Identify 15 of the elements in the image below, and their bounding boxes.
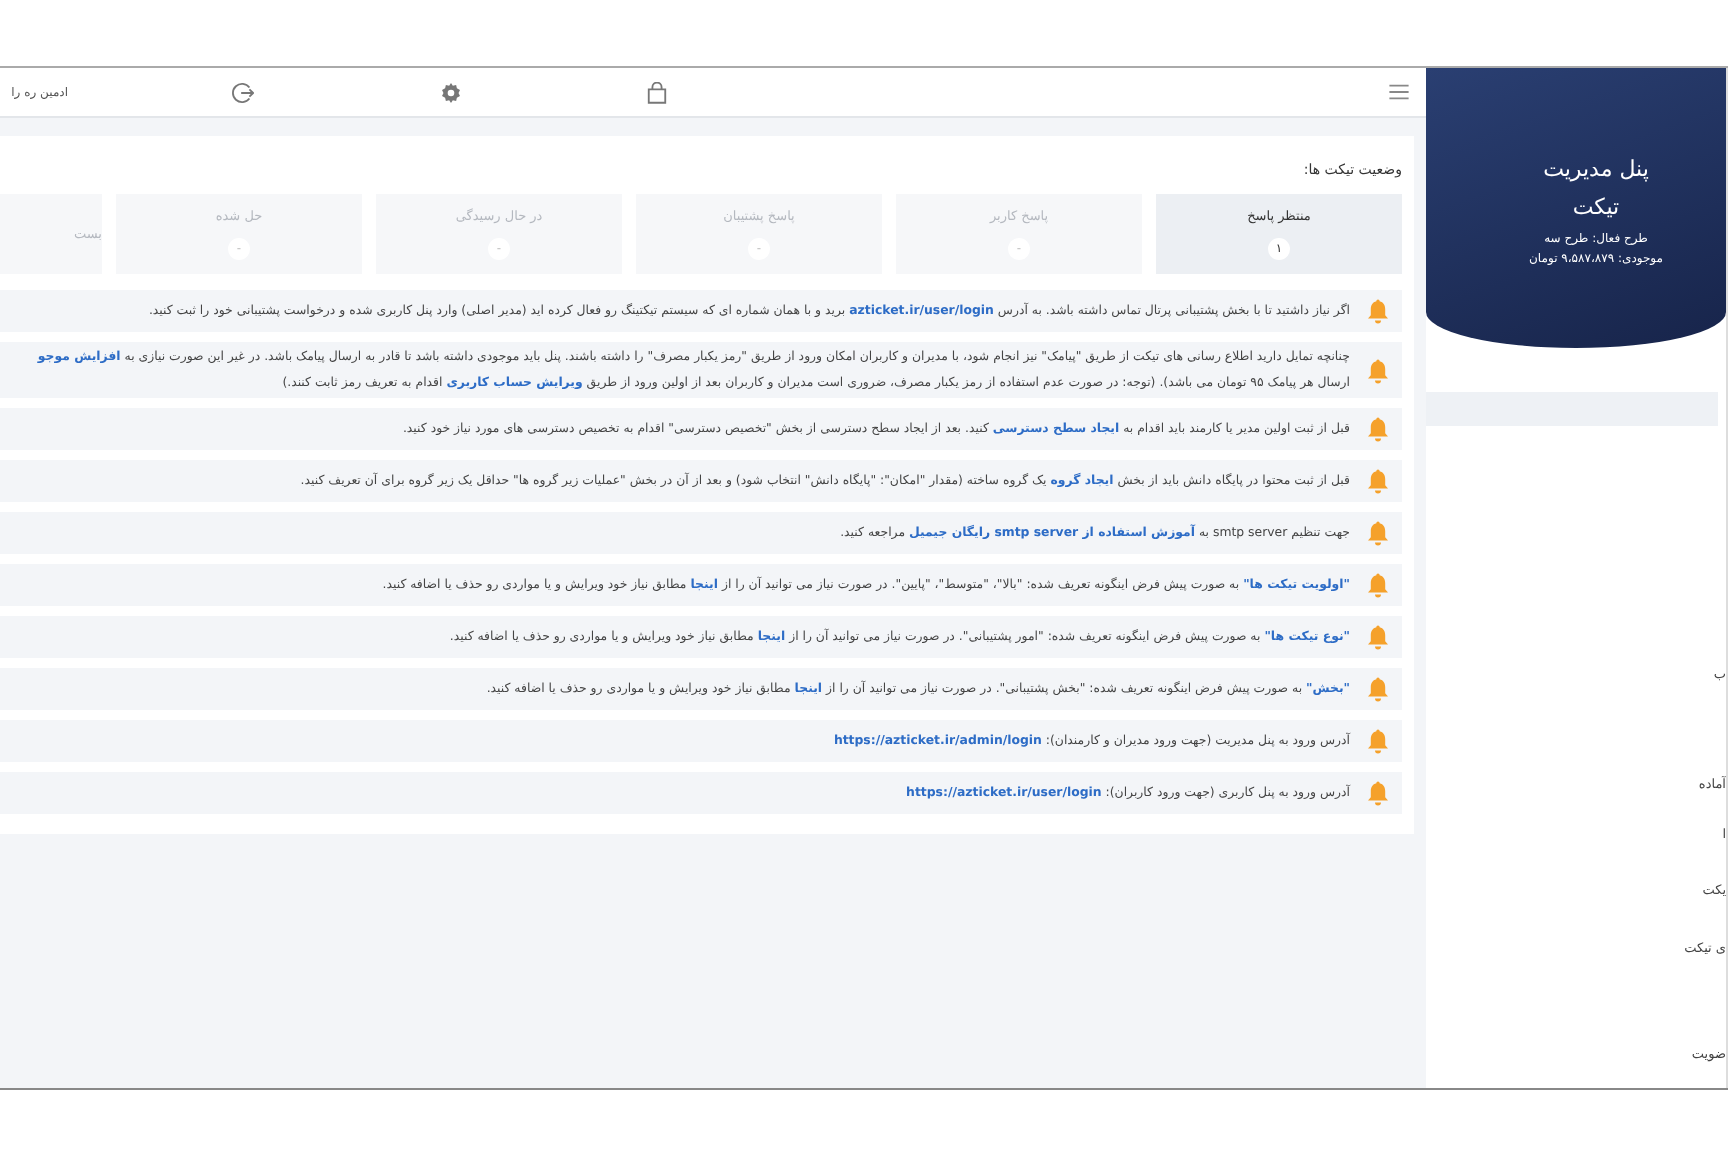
bag-icon[interactable]: [646, 81, 668, 103]
bell-icon: [1366, 676, 1390, 702]
settings-icon[interactable]: [440, 81, 462, 103]
panel-title: پنل مدیریت تیکت: [1541, 154, 1651, 224]
bell-icon: [1366, 572, 1390, 598]
bell-icon: [1366, 624, 1390, 650]
bell-icon: [1366, 780, 1390, 806]
menu-icon[interactable]: [1388, 84, 1410, 100]
bell-icon: [1366, 416, 1390, 442]
bell-icon: [1366, 468, 1390, 494]
bell-icon: [1366, 728, 1390, 754]
logout-icon[interactable]: [232, 81, 254, 103]
bell-icon: [1366, 520, 1390, 546]
bell-icon: [1366, 357, 1390, 383]
bell-icon: [1366, 298, 1390, 324]
